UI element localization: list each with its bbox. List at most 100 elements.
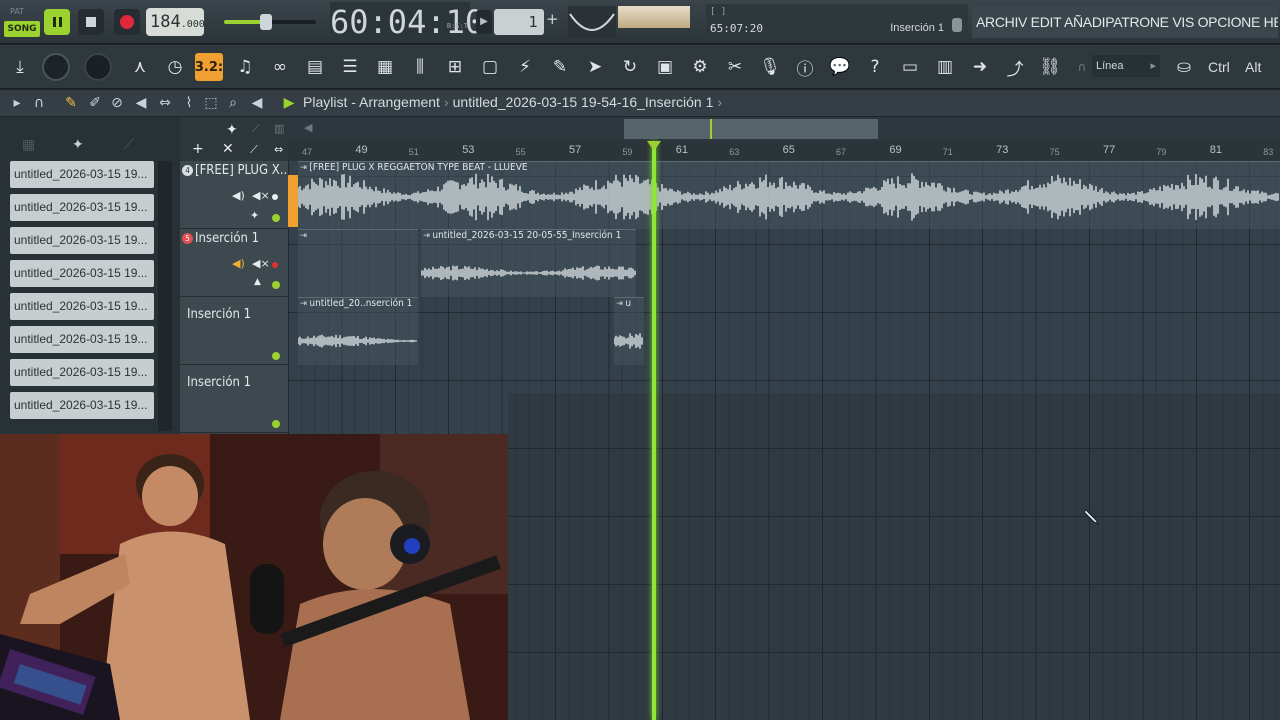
render-icon[interactable]: ⚙ — [686, 53, 714, 81]
link-view-icon[interactable]: ⟋ — [252, 122, 260, 136]
delete-tool-icon[interactable]: ⊘ — [108, 94, 126, 112]
overview-window[interactable] — [624, 119, 878, 139]
metronome-icon[interactable]: ⋏ — [126, 53, 154, 81]
menu-arrow-icon[interactable]: ▸ — [8, 94, 26, 112]
slip-tool-icon[interactable]: ⇔ — [156, 94, 174, 112]
track-name[interactable]: 4 [FREE] PLUG X... — [182, 163, 291, 178]
automation-clips-icon[interactable]: ⟋ — [124, 137, 134, 153]
microphone-icon[interactable]: 🎙 — [756, 53, 784, 81]
pattern-item[interactable]: untitled_2026-03-15 19... — [10, 326, 154, 353]
playlist-overview-scrollbar[interactable]: ◀ — [288, 117, 1280, 141]
playback-tool-icon[interactable]: ◀ — [248, 94, 266, 112]
master-volume-knob[interactable] — [260, 14, 272, 30]
pattern-item[interactable]: untitled_2026-03-15 19... — [10, 359, 154, 386]
track-active-led[interactable] — [272, 214, 280, 222]
playlist-play-icon[interactable]: ▶ — [280, 94, 298, 112]
record-armed-icon[interactable] — [272, 262, 278, 268]
mode-pat-label[interactable]: PAT — [10, 7, 24, 16]
record-button[interactable] — [114, 9, 140, 35]
audio-clip[interactable]: untitled_2026-03-15 20-05-55_Inserción 1 — [421, 229, 636, 297]
slice-tool-icon[interactable]: ⌇ — [180, 94, 198, 112]
track-label[interactable]: Inserción 1 — [187, 375, 251, 390]
stamp-icon[interactable]: ⛀ — [1170, 53, 1198, 81]
audio-clip[interactable]: u — [614, 297, 644, 365]
master-volume-slider[interactable] — [224, 14, 316, 30]
mute-tool-icon[interactable]: ◀ — [132, 94, 150, 112]
audio-clip[interactable]: [FREE] PLUG X REGGAETON TYPE BEAT - LLUE… — [298, 161, 1280, 229]
automation-icon[interactable]: ⟋ — [250, 143, 258, 157]
question-icon[interactable]: ? — [861, 53, 889, 81]
empty-track-area[interactable] — [508, 393, 1280, 720]
audio-clip[interactable]: untitled_20..nserción 1 — [298, 297, 418, 365]
glide-icon[interactable]: ⤴ — [1001, 53, 1029, 81]
arrangement-name[interactable]: untitled_2026-03-15 19-54-16_Inserción 1 — [453, 94, 714, 110]
pattern-item[interactable]: untitled_2026-03-15 19... — [10, 161, 154, 188]
step-edit-icon[interactable]: ♫ — [231, 53, 259, 81]
info-icon[interactable]: ⓘ — [791, 53, 819, 81]
link-icon[interactable]: ⛓ — [1036, 53, 1064, 81]
paint-icon[interactable]: ✎ — [546, 53, 574, 81]
download-icon[interactable]: ⤓ — [6, 53, 34, 81]
slide-icon[interactable]: ➤ — [581, 53, 609, 81]
mixer-route-icon[interactable]: ✦ — [250, 209, 259, 222]
plugin-icon[interactable]: ⚡ — [511, 53, 539, 81]
track-header[interactable]: Inserción 1 — [180, 297, 288, 365]
save-icon[interactable]: ▣ — [651, 53, 679, 81]
track-active-led[interactable] — [272, 420, 280, 428]
loop-record-icon[interactable]: ∞ — [266, 53, 294, 81]
pattern-item[interactable]: untitled_2026-03-15 19... — [10, 293, 154, 320]
track-header[interactable]: Inserción 1 — [180, 365, 288, 433]
main-menu[interactable]: ARCHIV EDIT AÑADIPATRONE VIS OPCIONE HER… — [972, 6, 1278, 38]
track-header[interactable]: 5 Inserción 1 ◀) ◀× ▲ — [180, 229, 288, 297]
select-tool-icon[interactable]: ⬚ — [202, 94, 220, 112]
playlist-icon[interactable]: ☰ — [336, 53, 364, 81]
mute-icon[interactable]: ◀× — [252, 257, 270, 270]
mute-icon[interactable]: ◀× — [252, 189, 270, 202]
pattern-item[interactable]: untitled_2026-03-15 19... — [10, 194, 154, 221]
pattern-list-icon[interactable]: ▦ — [22, 137, 35, 153]
mode-song-label[interactable]: SONG — [4, 21, 40, 37]
wait-for-input-icon[interactable]: ◷ — [161, 53, 189, 81]
pattern-prev-arrow-icon[interactable]: ▶ — [476, 10, 492, 34]
snap-to-grid-icon[interactable]: 3.2: — [195, 53, 223, 81]
paint-tool-icon[interactable]: ✐ — [86, 94, 104, 112]
pattern-selector[interactable]: 1 — [494, 9, 544, 35]
record-arm-icon[interactable] — [272, 194, 278, 200]
waveform-view-icon[interactable]: ✦ — [226, 122, 238, 138]
pattern-item[interactable]: untitled_2026-03-15 19... — [10, 260, 154, 287]
channel-rack-icon[interactable]: ▦ — [371, 53, 399, 81]
grid-view-icon[interactable]: ▥ — [274, 122, 284, 135]
typing-keyboard-icon[interactable]: ▤ — [301, 53, 329, 81]
pattern-item[interactable]: untitled_2026-03-15 19... — [10, 392, 154, 419]
speaker-on-icon[interactable]: ◀) — [232, 257, 245, 270]
audio-clips-icon[interactable]: ✦ — [72, 137, 84, 153]
speaker-icon[interactable]: ◀) — [232, 189, 245, 202]
piano-icon[interactable]: ▥ — [931, 53, 959, 81]
resize-icon[interactable]: ⇔ — [274, 143, 283, 156]
collapse-arrow-icon[interactable]: ▲ — [254, 277, 261, 287]
bell-icon[interactable] — [952, 18, 962, 32]
alt-key-button[interactable]: Alt — [1245, 55, 1261, 79]
undo-icon[interactable]: ↻ — [616, 53, 644, 81]
plugin-picker-icon[interactable]: ⊞ — [441, 53, 469, 81]
cut-icon[interactable]: ✂ — [721, 53, 749, 81]
track-name[interactable]: 5 Inserción 1 — [182, 231, 259, 246]
snap-mode-select[interactable]: Línea — [1092, 55, 1160, 77]
pause-button[interactable] — [44, 9, 70, 35]
picker-scrollbar[interactable] — [158, 161, 172, 431]
arrow-right-icon[interactable]: ➜ — [966, 53, 994, 81]
ctrl-key-button[interactable]: Ctrl — [1208, 55, 1230, 79]
add-track-button[interactable]: + — [192, 141, 204, 157]
main-pitch-knob-icon[interactable] — [42, 53, 70, 81]
track-label[interactable]: Inserción 1 — [187, 307, 251, 322]
zoom-tool-icon[interactable]: ⌕ — [224, 94, 242, 112]
window-icon[interactable]: ▭ — [896, 53, 924, 81]
main-volume-knob-icon[interactable] — [84, 53, 112, 81]
playhead[interactable] — [652, 141, 656, 720]
track-header[interactable]: 4 [FREE] PLUG X... ◀) ◀× ✦ — [180, 161, 291, 229]
track-active-led[interactable] — [272, 352, 280, 360]
add-pattern-button[interactable]: + — [546, 10, 559, 28]
mixer-icon[interactable]: ⫼ — [406, 53, 434, 81]
scroll-left-icon[interactable]: ◀ — [304, 121, 312, 134]
close-track-icon[interactable]: ✕ — [222, 141, 234, 157]
